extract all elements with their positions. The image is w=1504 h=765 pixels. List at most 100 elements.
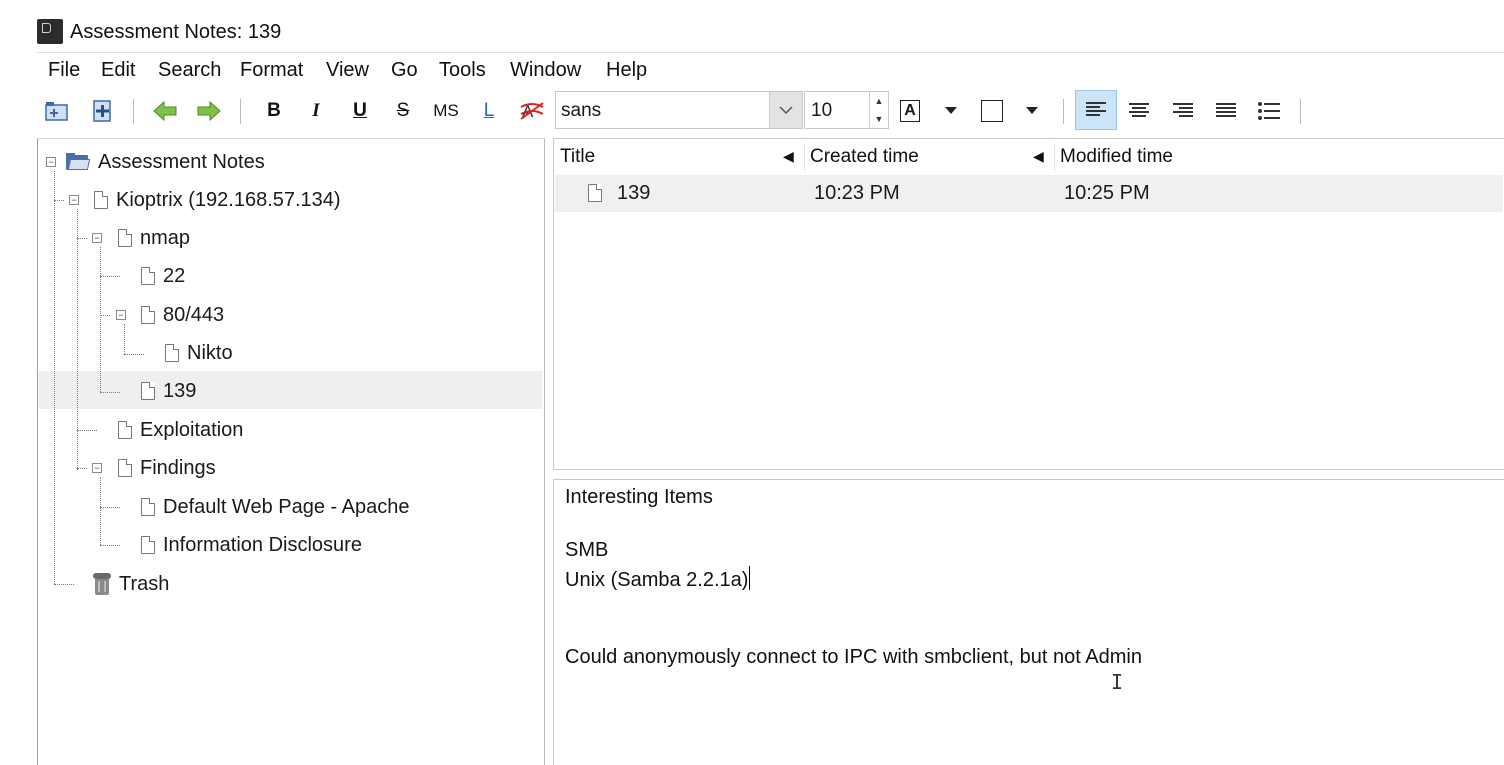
align-left-button[interactable] [1075,90,1117,130]
menu-view[interactable]: View [326,59,369,82]
tree-item-label: Information Disclosure [163,533,362,556]
tree-connector [77,468,87,469]
menu-search[interactable]: Search [158,59,221,82]
tree-connector [100,477,101,545]
tree-item-label: Findings [140,456,216,479]
column-header-modified[interactable]: Modified time [1060,139,1360,175]
editor-line-with-caret: Unix (Samba 2.2.1a) [565,566,751,592]
editor-line: SMB [565,539,609,561]
collapse-toggle-icon[interactable]: − [69,195,79,205]
font-size-spinner[interactable]: 10 ▲ ▼ [804,91,889,129]
tree-connector [54,171,55,584]
menu-file[interactable]: File [48,59,80,82]
chevron-down-icon[interactable] [769,92,802,128]
tree-item-label: Default Web Page - Apache [163,495,410,518]
arrow-left-icon [153,100,177,122]
spin-up-icon[interactable]: ▲ [870,92,888,110]
column-header-created[interactable]: Created time [810,139,1050,175]
editor-line: Interesting Items [565,486,713,508]
tree-item-80-443[interactable]: 80/443 [141,296,224,334]
tree-item-default-web-page[interactable]: Default Web Page - Apache [141,488,409,526]
arrow-right-icon [197,100,221,122]
align-right-icon [1173,103,1193,117]
bullet-list-button[interactable] [1253,95,1285,127]
spin-down-icon[interactable]: ▼ [870,110,888,128]
tree-connector [100,276,120,277]
menu-help[interactable]: Help [606,59,647,82]
tree-item-nikto[interactable]: Nikto [165,334,233,372]
font-family-select[interactable]: sans [555,91,803,129]
monospace-button[interactable]: MS [430,95,462,127]
underline-button[interactable]: U [344,95,376,127]
tree-connector [77,430,97,431]
tree-connector [124,354,144,355]
column-header-label: Created time [810,146,919,167]
italic-button[interactable]: I [300,95,332,127]
sort-arrow-icon: ◀ [783,148,794,164]
document-icon [141,382,155,400]
tree-connector [100,392,120,393]
tree-item-exploitation[interactable]: Exploitation [118,411,243,449]
note-list: Title ◀ Created time ◀ Modified time 139… [553,138,1504,470]
menu-edit[interactable]: Edit [101,59,135,82]
align-center-button[interactable] [1123,95,1155,127]
collapse-toggle-icon[interactable]: − [92,233,102,243]
caret-down-icon [1026,107,1038,114]
tree-item-label: nmap [140,226,191,249]
tree-item-assessment-notes[interactable]: Assessment Notes [66,143,265,181]
toolbar-separator [1300,99,1301,124]
column-separator [804,143,805,171]
font-size-value: 10 [811,100,833,121]
tree-item-trash[interactable]: Trash [93,565,169,603]
cell-title: 139 [617,182,651,204]
tree-item-kioptrix[interactable]: Kioptrix (192.168.57.134) [94,181,341,219]
tree-item-label: Assessment Notes [98,150,265,173]
collapse-toggle-icon[interactable]: − [46,157,56,167]
align-right-button[interactable] [1167,95,1199,127]
menu-format[interactable]: Format [240,59,303,82]
table-row[interactable]: 139 10:23 PM 10:25 PM [555,175,1503,212]
tree-connector [100,507,120,508]
text-color-dropdown[interactable] [935,95,967,127]
tree-item-information-disclosure[interactable]: Information Disclosure [141,526,362,564]
tree-item-label: Nikto [187,341,233,364]
background-color-dropdown[interactable] [1016,95,1048,127]
font-family-value: sans [561,100,602,121]
document-icon [141,536,155,554]
document-icon [118,229,132,247]
new-folder-icon [45,102,68,121]
tree-connector [100,315,110,316]
folder-open-icon [66,153,91,171]
menu-go[interactable]: Go [391,59,418,82]
cell-modified-time: 10:25 PM [1064,182,1150,204]
note-editor[interactable]: Interesting Items SMB Unix (Samba 2.2.1a… [553,479,1504,765]
collapse-toggle-icon[interactable]: − [92,463,102,473]
column-header-label: Title [560,146,596,167]
go-forward-button[interactable] [193,95,225,127]
collapse-toggle-icon[interactable]: − [116,310,126,320]
text-caret [749,566,751,590]
toolbar-separator [1063,99,1064,124]
justify-button[interactable] [1210,95,1242,127]
strikethrough-button[interactable]: S [387,95,419,127]
tree-connector [77,238,87,239]
tree-item-findings[interactable]: Findings [118,449,216,487]
new-folder-button[interactable] [41,95,73,127]
link-button[interactable]: L [473,95,505,127]
menu-tools[interactable]: Tools [439,59,486,82]
background-color-icon [981,100,1003,122]
column-header-title[interactable]: Title [560,139,800,175]
background-color-button[interactable] [976,95,1008,127]
tree-connector [54,200,64,201]
tree-item-nmap[interactable]: nmap [118,219,190,257]
text-color-icon: A [900,100,920,122]
column-header-label: Modified time [1060,146,1173,167]
menu-window[interactable]: Window [510,59,581,82]
bold-button[interactable]: B [258,95,290,127]
text-color-button[interactable]: A [894,95,926,127]
go-back-button[interactable] [149,95,181,127]
tree-item-139[interactable]: 139 [141,372,196,410]
tree-item-22[interactable]: 22 [141,257,185,295]
clear-format-button[interactable]: A [516,95,548,127]
new-note-button[interactable] [86,95,118,127]
